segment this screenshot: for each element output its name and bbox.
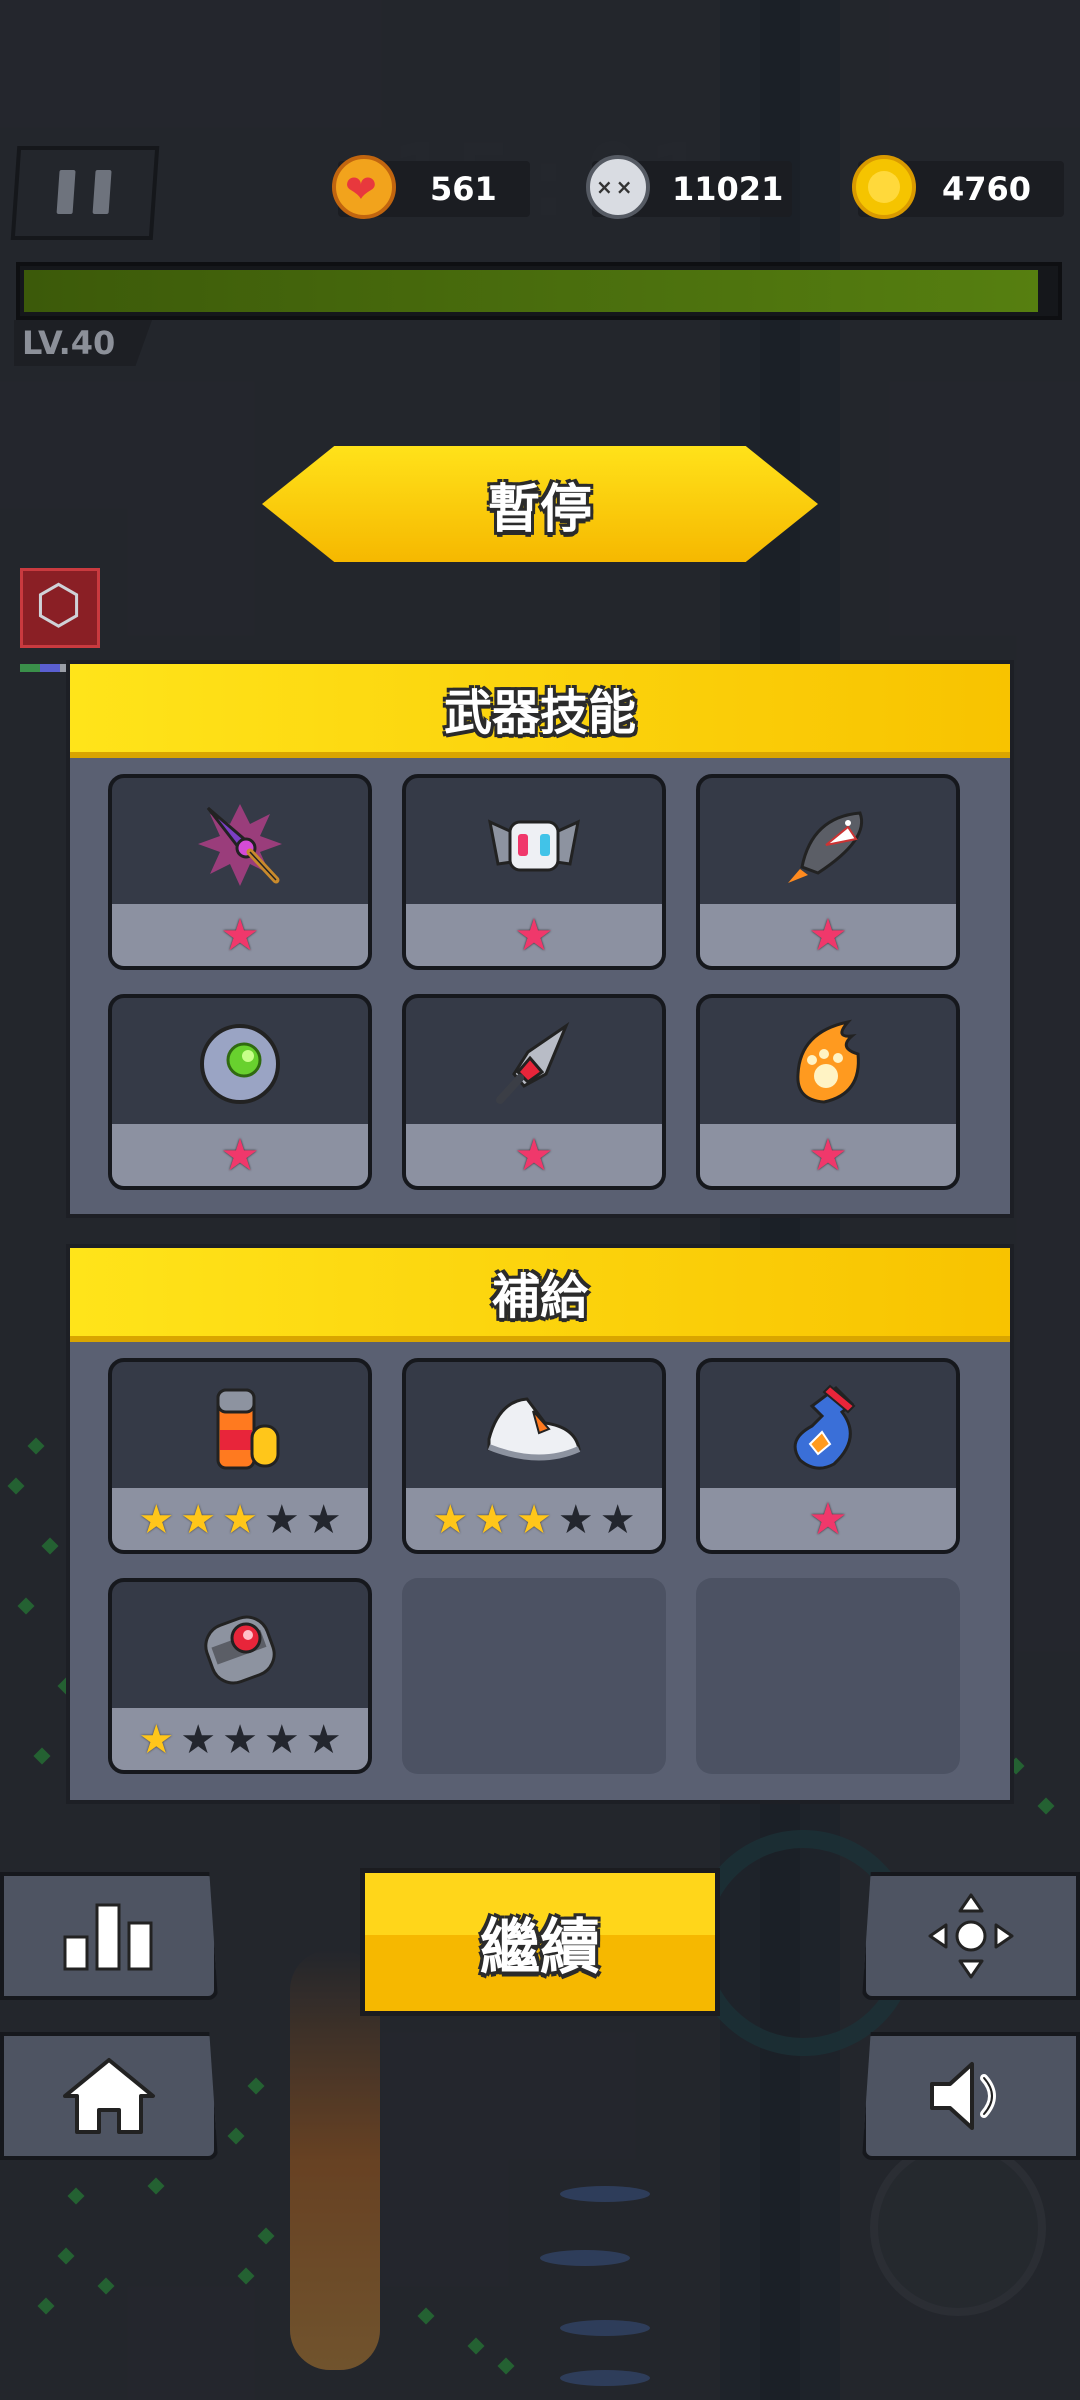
star-pink-icon: ★ <box>514 910 554 961</box>
star-pink-icon: ★ <box>220 910 260 961</box>
supply-slot[interactable]: ★ ★ ★ ★ ★ <box>108 1358 372 1554</box>
continue-button[interactable]: 繼續 <box>360 1868 720 2016</box>
supply-slot[interactable]: ★ <box>696 1358 960 1554</box>
hearts-counter: 561 <box>332 155 530 219</box>
supply-empty-slot <box>696 1578 960 1774</box>
star-pink-icon: ★ <box>808 1130 848 1181</box>
star-empty-icon: ★ <box>599 1497 636 1543</box>
weapon-slot[interactable]: ★ <box>402 994 666 1190</box>
weapon-slot[interactable]: ★ <box>108 774 372 970</box>
star-empty-icon: ★ <box>305 1497 342 1543</box>
supplies-header: 補給 <box>70 1248 1010 1342</box>
pause-button[interactable] <box>10 146 160 240</box>
star-filled-icon: ★ <box>138 1497 175 1543</box>
star-empty-icon: ★ <box>222 1717 258 1763</box>
sneaker-icon <box>406 1376 662 1480</box>
star-empty-icon: ★ <box>180 1717 217 1763</box>
home-icon <box>63 2058 155 2134</box>
battery-icon <box>112 1376 368 1480</box>
bar-chart-icon <box>63 1903 153 1971</box>
kills-counter: 11021 <box>586 155 792 219</box>
star-filled-icon: ★ <box>474 1497 511 1543</box>
coins-value: 4760 <box>942 170 1032 208</box>
weapon-skills-panel: 武器技能 ★ ★ ★ ★ ★ ★ <box>66 660 1014 1218</box>
purple-sword-icon <box>112 792 368 896</box>
star-pink-icon: ★ <box>220 1130 260 1181</box>
star-rating: ★ <box>112 1134 368 1178</box>
active-skill-icon <box>20 568 100 648</box>
star-empty-icon: ★ <box>263 1497 300 1543</box>
xp-bar <box>16 262 1062 320</box>
star-rating: ★ ★ ★ ★ ★ <box>112 1718 368 1762</box>
star-empty-icon: ★ <box>557 1497 594 1543</box>
page-title: 暫停 <box>487 479 592 540</box>
coins-counter: 4760 <box>852 155 1064 219</box>
star-filled-icon: ★ <box>432 1497 469 1543</box>
supply-slot[interactable]: ★ ★ ★ ★ ★ <box>108 1578 372 1774</box>
sound-button[interactable] <box>862 2032 1080 2160</box>
star-pink-icon: ★ <box>808 910 848 961</box>
star-filled-icon: ★ <box>180 1497 217 1543</box>
magnet-device-icon <box>112 1596 368 1700</box>
weapon-slot[interactable]: ★ <box>402 774 666 970</box>
xp-bar-fill <box>24 270 1039 312</box>
continue-label: 繼續 <box>480 1912 600 1983</box>
star-pink-icon: ★ <box>514 1130 554 1181</box>
home-button[interactable] <box>0 2032 218 2160</box>
supply-slot[interactable]: ★ ★ ★ ★ ★ <box>402 1358 666 1554</box>
star-pink-icon: ★ <box>808 1494 848 1545</box>
star-rating: ★ <box>406 914 662 958</box>
kills-value: 11021 <box>672 170 784 208</box>
star-filled-icon: ★ <box>516 1497 552 1543</box>
pause-icon-bar-right <box>92 170 112 214</box>
paw-fireball-icon <box>700 1012 956 1116</box>
weapon-skills-title: 武器技能 <box>443 685 636 741</box>
heart-icon <box>332 155 396 219</box>
orb-icon <box>112 1012 368 1116</box>
weapon-slot[interactable]: ★ <box>696 994 960 1190</box>
robot-drone-icon <box>406 792 662 896</box>
skull-icon <box>586 155 650 219</box>
level-badge: LV.40 <box>14 320 152 366</box>
star-rating: ★ <box>700 1498 956 1542</box>
star-empty-icon: ★ <box>305 1717 342 1763</box>
star-filled-icon: ★ <box>138 1717 175 1763</box>
weapon-skills-header: 武器技能 <box>70 664 1010 758</box>
shark-rocket-icon <box>700 792 956 896</box>
star-rating: ★ <box>700 1134 956 1178</box>
move-arrows-icon <box>928 1893 1014 1979</box>
potion-bottle-icon <box>700 1376 956 1480</box>
hearts-value: 561 <box>430 170 497 208</box>
star-rating: ★ ★ ★ ★ ★ <box>406 1498 662 1542</box>
weapon-slot[interactable]: ★ <box>108 994 372 1190</box>
speaker-icon <box>930 2062 996 2130</box>
star-rating: ★ <box>112 914 368 958</box>
controls-button[interactable] <box>862 1872 1080 2000</box>
supplies-panel: 補給 ★ ★ ★ ★ ★ ★ ★ ★ ★ ★ ★ ★ ★ ★ ★ ★ <box>66 1244 1014 1804</box>
star-rating: ★ <box>700 914 956 958</box>
red-blade-icon <box>406 1012 662 1116</box>
coin-icon <box>852 155 916 219</box>
star-rating: ★ ★ ★ ★ ★ <box>112 1498 368 1542</box>
weapon-slot[interactable]: ★ <box>696 774 960 970</box>
pause-icon-bar-left <box>56 170 76 214</box>
stats-button[interactable] <box>0 1872 218 2000</box>
star-rating: ★ <box>406 1134 662 1178</box>
supply-empty-slot <box>402 1578 666 1774</box>
supplies-title: 補給 <box>491 1269 588 1325</box>
star-filled-icon: ★ <box>222 1497 258 1543</box>
pause-title-banner: 暫停 <box>262 446 818 562</box>
star-empty-icon: ★ <box>263 1717 300 1763</box>
